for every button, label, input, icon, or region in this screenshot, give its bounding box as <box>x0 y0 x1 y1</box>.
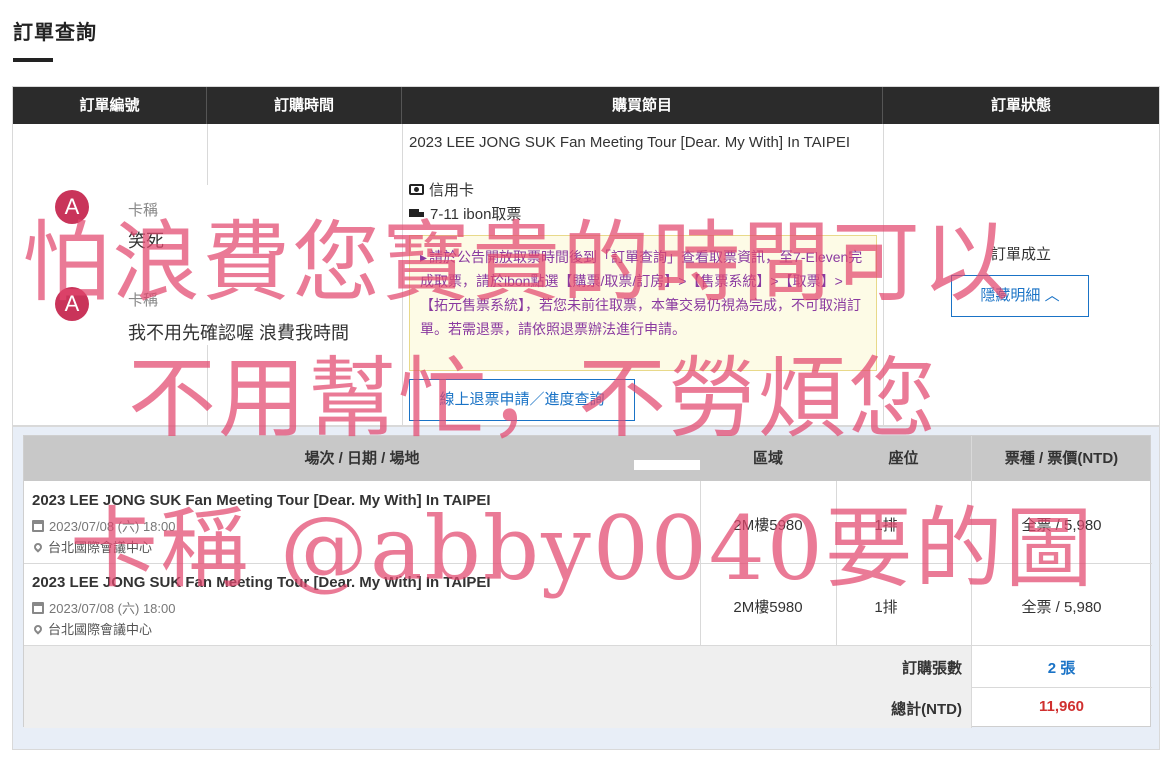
header-order-status: 訂單狀態 <box>990 97 1051 114</box>
calendar-icon <box>32 601 44 614</box>
total-label: 總計(NTD) <box>891 701 962 718</box>
ticket-price-cell: 全票 / 5,980 <box>1021 599 1102 616</box>
header-order-time: 訂購時間 <box>207 87 402 124</box>
title-underline <box>13 58 53 62</box>
column-divider <box>971 436 972 728</box>
event-name: 2023 LEE JONG SUK Fan Meeting Tour [Dear… <box>32 492 491 509</box>
location-pin-icon <box>32 540 44 553</box>
chat-username: 卡稱 <box>128 202 159 219</box>
page-title: 訂單查詢 <box>13 22 97 44</box>
caret-right-icon: ▸ <box>420 249 428 265</box>
shipping-label: 7-11 ibon取票 <box>430 206 522 223</box>
pickup-notice: ▸ 請於公告開放取票時間後到「訂單查詢」查看取票資訊，至7-Eleven完成取票，… <box>409 235 877 371</box>
detail-table-header: 場次 / 日期 / 場地 區域 座位 票種 / 票價(NTD) <box>24 436 1150 481</box>
shipping-method: 7-11 ibon取票 <box>409 203 521 224</box>
header-order-number: 訂單編號 <box>13 87 207 124</box>
event-date: 2023/07/08 (六) 18:00 <box>32 598 175 617</box>
cash-icon <box>409 184 424 195</box>
event-venue-text: 台北國際會議中心 <box>48 622 153 637</box>
detail-table: 場次 / 日期 / 場地 區域 座位 票種 / 票價(NTD) 2023 LEE… <box>23 435 1152 728</box>
ticket-count-value: 2 張 <box>1047 660 1076 677</box>
header-program: 購買節目 <box>402 87 883 124</box>
header-session: 場次 / 日期 / 場地 <box>304 450 420 467</box>
order-status: 訂單成立 <box>991 246 1052 263</box>
order-table-header: 訂單編號 訂購時間 購買節目 訂單狀態 <box>13 87 1159 124</box>
notice-text: 請於公告開放取票時間後到「訂單查詢」查看取票資訊，至7-Eleven完成取票，請… <box>420 249 863 337</box>
event-date-text: 2023/07/08 (六) 18:00 <box>49 519 176 534</box>
event-date-text: 2023/07/08 (六) 18:00 <box>49 601 176 616</box>
chat-username: 卡稱 <box>128 292 159 309</box>
calendar-icon <box>32 519 44 532</box>
header-seat: 座位 <box>888 450 919 467</box>
area-cell: 2M樓5980 <box>733 517 803 534</box>
event-name: 2023 LEE JONG SUK Fan Meeting Tour [Dear… <box>32 574 491 591</box>
seat-cell: 1排 <box>874 517 898 534</box>
chat-message: 笑死 <box>128 231 164 251</box>
avatar: A <box>55 190 89 224</box>
program-title: 2023 LEE JONG SUK Fan Meeting Tour [Dear… <box>409 134 851 151</box>
ticket-count-label: 訂購張數 <box>901 660 962 677</box>
column-divider <box>402 124 403 426</box>
event-venue-text: 台北國際會議中心 <box>48 540 153 555</box>
refund-request-button[interactable]: 線上退票申請／進度查詢 <box>409 379 635 421</box>
payment-label: 信用卡 <box>429 182 475 199</box>
location-pin-icon <box>32 622 44 635</box>
chat-message: 我不用先確認喔 浪費我時間 <box>128 323 349 343</box>
seat-cell: 1排 <box>874 599 898 616</box>
payment-method: 信用卡 <box>409 179 474 200</box>
total-value: 11,960 <box>1038 698 1085 715</box>
avatar: A <box>55 287 89 321</box>
truck-icon <box>409 208 425 220</box>
area-cell: 2M樓5980 <box>733 599 803 616</box>
hide-details-button[interactable]: 隱藏明細 ︿ <box>951 275 1089 317</box>
chat-overlay: A 卡稱 笑死 A 卡稱 我不用先確認喔 浪費我時間 <box>40 185 400 345</box>
event-date: 2023/07/08 (六) 18:00 <box>32 516 175 535</box>
event-venue: 台北國際會議中心 <box>32 619 153 638</box>
column-divider <box>883 124 884 426</box>
order-detail-section: 場次 / 日期 / 場地 區域 座位 票種 / 票價(NTD) 2023 LEE… <box>12 426 1160 750</box>
ticket-price-cell: 全票 / 5,980 <box>1021 517 1102 534</box>
row-divider <box>24 563 1152 564</box>
event-venue: 台北國際會議中心 <box>32 537 153 556</box>
header-ticket-price: 票種 / 票價(NTD) <box>1004 450 1119 467</box>
header-area: 區域 <box>752 450 783 467</box>
redaction-mark <box>634 460 700 470</box>
